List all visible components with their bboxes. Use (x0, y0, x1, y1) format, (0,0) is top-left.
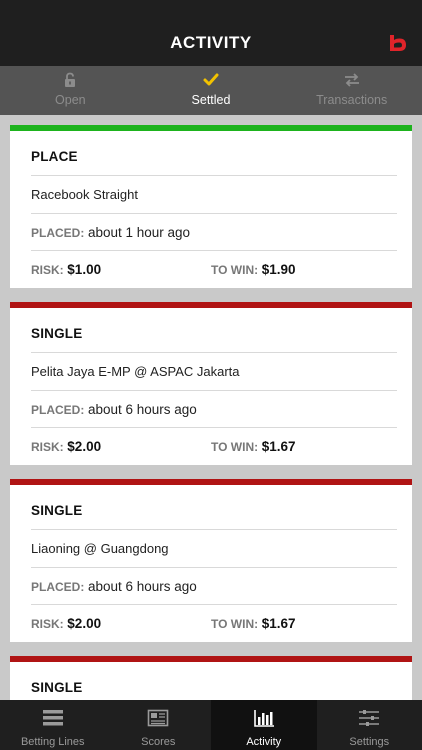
tabbar-betting-lines-label: Betting Lines (20, 736, 85, 748)
placed-time: about 1 hour ago (87, 224, 191, 240)
tabbar-settings-label: Settings (349, 736, 390, 748)
risk-label: RISK: (31, 263, 64, 277)
placed-time: about 6 hours ago (87, 401, 197, 417)
to-win-amount: $1.67 (261, 439, 296, 454)
bet-card[interactable]: SINGLE Liaoning @ Guangdong PLACED: abou… (10, 479, 412, 642)
bet-event: Liaoning @ Guangdong (31, 541, 169, 556)
tab-open[interactable]: Open (0, 66, 141, 115)
list-icon (42, 710, 63, 726)
settled-bets-list[interactable]: PLACE Racebook Straight PLACED: about 1 … (0, 115, 422, 700)
tabbar-scores[interactable]: Scores (106, 700, 212, 750)
tabbar-activity-label: Activity (246, 736, 282, 748)
tabbar-activity[interactable]: Activity (211, 700, 317, 750)
placed-time: about 6 hours ago (87, 578, 197, 594)
bet-amounts-row: RISK: $2.00 TO WIN: $1.67 (31, 604, 397, 642)
placed-label: PLACED: (31, 579, 85, 594)
unlock-icon (65, 72, 76, 87)
risk-amount: $2.00 (67, 439, 102, 454)
placed-label: PLACED: (31, 402, 85, 417)
tab-settled-label: Settled (191, 93, 231, 107)
bet-event-row: Liaoning @ Guangdong (31, 529, 397, 567)
tabbar-settings[interactable]: Settings (317, 700, 422, 750)
tab-transactions-label: Transactions (316, 93, 388, 107)
to-win-label: TO WIN: (211, 617, 259, 631)
bet-placed-row: PLACED: about 6 hours ago (31, 566, 397, 605)
bet-placed-row: PLACED: about 6 hours ago (31, 389, 397, 428)
app-header: ACTIVITY (0, 0, 422, 66)
tabbar-betting-lines[interactable]: Betting Lines (0, 700, 106, 750)
bet-type: SINGLE (31, 326, 83, 341)
swap-arrows-icon (344, 73, 359, 87)
to-win-label: TO WIN: (211, 263, 259, 277)
bet-card[interactable]: PLACE Racebook Straight PLACED: about 1 … (10, 125, 412, 288)
risk-label: RISK: (31, 440, 64, 454)
bottom-tab-bar: Betting Lines Scores Activity Settings (0, 700, 422, 750)
tabbar-scores-label: Scores (141, 736, 176, 748)
bet-amounts-row: RISK: $2.00 TO WIN: $1.67 (31, 427, 397, 465)
bet-placed-row: PLACED: about 1 hour ago (31, 212, 397, 251)
to-win-amount: $1.67 (261, 616, 296, 631)
b-logo-icon[interactable] (388, 34, 408, 52)
bet-amounts-row: RISK: $1.00 TO WIN: $1.90 (31, 250, 397, 288)
to-win-label: TO WIN: (211, 440, 259, 454)
bar-chart-icon (253, 710, 274, 727)
bet-card[interactable]: SINGLE (10, 656, 412, 700)
sliders-icon (359, 710, 380, 726)
risk-label: RISK: (31, 617, 64, 631)
bet-event: Pelita Jaya E-MP @ ASPAC Jakarta (31, 364, 240, 379)
bet-event-row: Pelita Jaya E-MP @ ASPAC Jakarta (31, 352, 397, 390)
risk-amount: $1.00 (67, 262, 102, 277)
tab-settled[interactable]: Settled (141, 66, 282, 115)
bet-type: PLACE (31, 149, 78, 164)
tab-open-label: Open (55, 93, 86, 107)
bet-card[interactable]: SINGLE Pelita Jaya E-MP @ ASPAC Jakarta … (10, 302, 412, 465)
placed-label: PLACED: (31, 225, 85, 240)
activity-tabs: Open Settled Transactions (0, 66, 422, 115)
tab-transactions[interactable]: Transactions (281, 66, 422, 115)
bet-type: SINGLE (31, 680, 83, 695)
newspaper-icon (147, 709, 169, 727)
bet-event-row: Racebook Straight (31, 175, 397, 213)
check-icon (203, 73, 219, 86)
bet-event: Racebook Straight (31, 187, 138, 202)
risk-amount: $2.00 (67, 616, 102, 631)
to-win-amount: $1.90 (261, 262, 296, 277)
page-title: ACTIVITY (170, 33, 252, 52)
bet-type: SINGLE (31, 503, 83, 518)
